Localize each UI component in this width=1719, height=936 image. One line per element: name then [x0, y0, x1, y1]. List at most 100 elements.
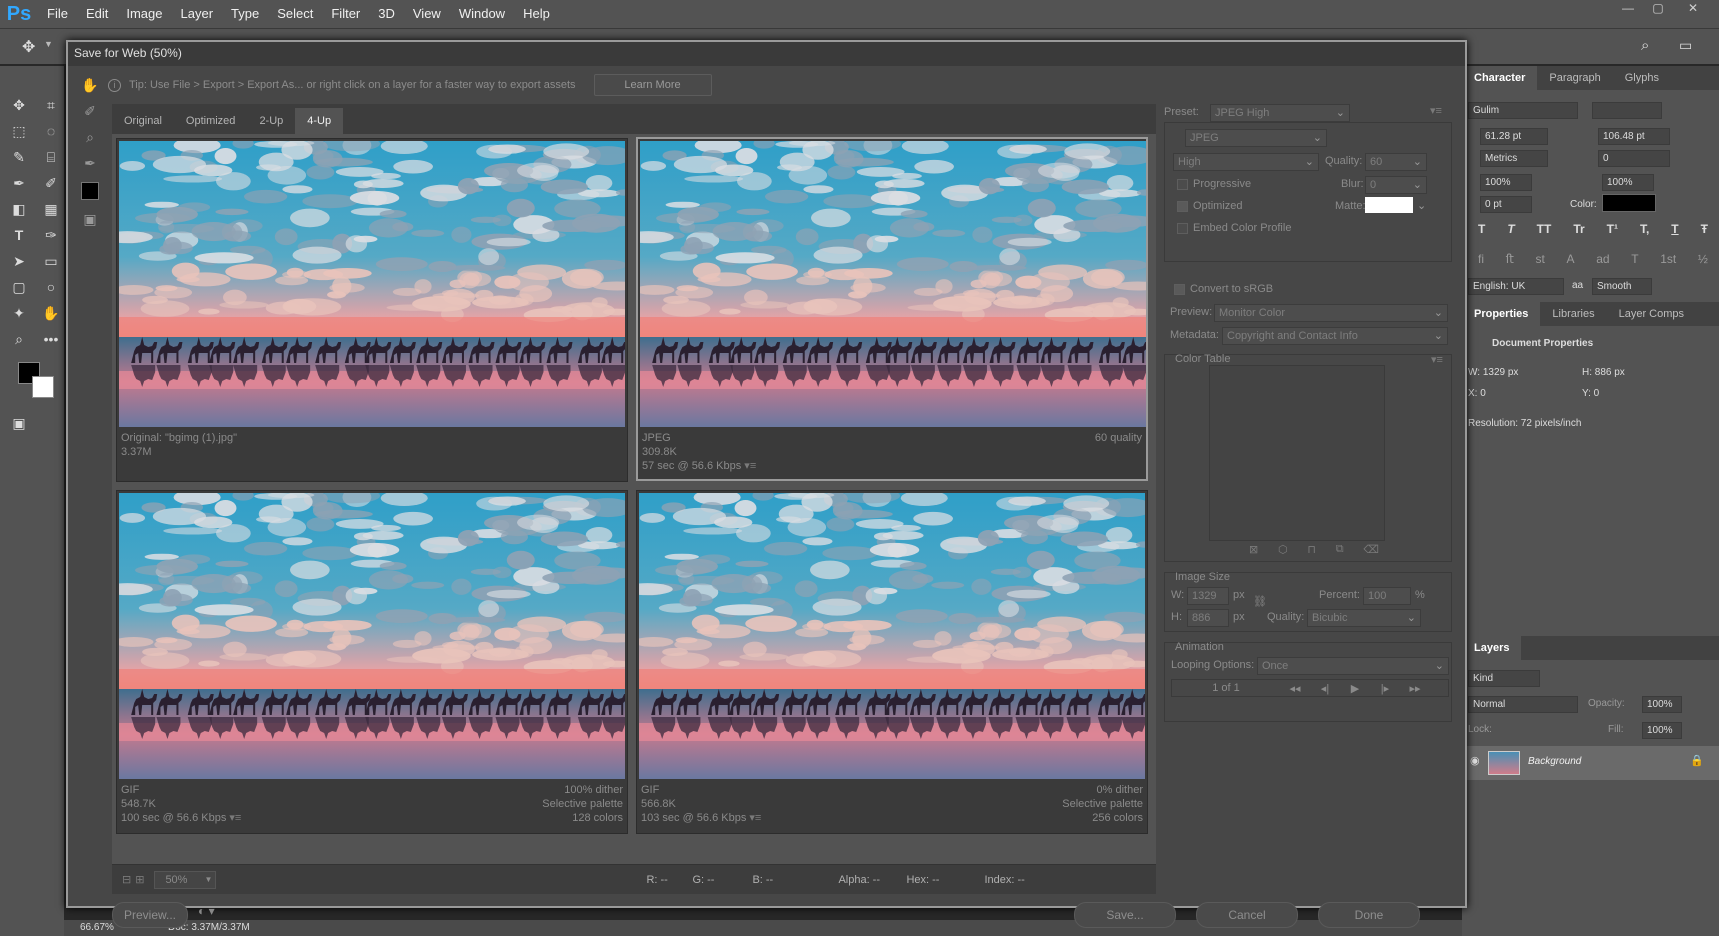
- tab-optimized[interactable]: Optimized: [174, 108, 248, 134]
- ellipse-icon[interactable]: ○: [40, 276, 62, 298]
- tab-layer-comps[interactable]: Layer Comps: [1607, 302, 1696, 326]
- menu-window[interactable]: Window: [450, 0, 514, 28]
- subscript-button[interactable]: T,: [1640, 222, 1649, 236]
- optimize-menu-icon[interactable]: ▾≡: [1430, 104, 1442, 117]
- pen-icon[interactable]: ✑: [40, 224, 62, 246]
- preview-button[interactable]: Preview...: [112, 902, 188, 928]
- eyedropper-color-swatch[interactable]: [81, 182, 99, 200]
- close-window-button[interactable]: ✕: [1680, 0, 1706, 16]
- download-menu-icon[interactable]: ▾≡: [229, 811, 241, 825]
- hand-icon[interactable]: ✋: [40, 302, 62, 324]
- eraser-icon[interactable]: ◧: [8, 198, 30, 220]
- tab-4-up[interactable]: 4-Up: [295, 108, 344, 134]
- rectangle-icon[interactable]: ▭: [40, 250, 62, 272]
- path-select-icon[interactable]: ➤: [8, 250, 30, 272]
- cancel-button[interactable]: Cancel: [1196, 902, 1298, 928]
- discretionary-button[interactable]: ﬅ: [1506, 252, 1514, 266]
- done-button[interactable]: Done: [1318, 902, 1420, 928]
- tracking-field[interactable]: 0: [1598, 150, 1670, 167]
- new-color-icon[interactable]: ⧉: [1336, 543, 1344, 556]
- tab-properties[interactable]: Properties: [1462, 302, 1541, 326]
- tab-paragraph[interactable]: Paragraph: [1537, 66, 1612, 90]
- learn-more-button[interactable]: Learn More: [593, 74, 712, 96]
- zoom-icon[interactable]: ⌕: [8, 328, 30, 350]
- fractions-button[interactable]: ½: [1698, 252, 1708, 266]
- gradient-icon[interactable]: ▦: [40, 198, 62, 220]
- marquee-icon[interactable]: ⬚: [8, 120, 30, 142]
- layer-name[interactable]: Background: [1528, 756, 1581, 767]
- antialias-field[interactable]: Smooth: [1592, 278, 1652, 295]
- titling-button[interactable]: ad: [1596, 252, 1609, 266]
- brush-icon[interactable]: ✐: [40, 172, 62, 194]
- metadata-select[interactable]: Copyright and Contact Info ⌄: [1222, 327, 1448, 345]
- maximize-button[interactable]: ▢: [1645, 0, 1671, 16]
- map-color-icon[interactable]: ⊠: [1249, 543, 1258, 556]
- baseline-shift-field[interactable]: 0 pt: [1480, 196, 1532, 213]
- artboard-icon[interactable]: ⌗: [40, 94, 62, 116]
- eyedropper-tool-icon[interactable]: ✒: [78, 150, 102, 176]
- color-table-swatches[interactable]: [1209, 365, 1385, 541]
- preview-pane-gif-128[interactable]: GIF 100% dither 548.7K Selective palette 1…: [116, 490, 628, 834]
- prev-frame-icon[interactable]: ◂|: [1310, 682, 1340, 695]
- chain-link-icon[interactable]: ⛓: [1253, 595, 1267, 608]
- chevron-down-icon[interactable]: ⌄: [1417, 199, 1426, 212]
- preview-color-select[interactable]: Monitor Color ⌄: [1214, 304, 1448, 322]
- fill-field[interactable]: 100%: [1642, 722, 1682, 739]
- tab-layers[interactable]: Layers: [1462, 636, 1522, 660]
- menu-view[interactable]: View: [404, 0, 450, 28]
- quality-level-select[interactable]: High ⌄: [1173, 153, 1319, 171]
- menu-filter[interactable]: Filter: [322, 0, 369, 28]
- strikethrough-button[interactable]: Ŧ: [1701, 222, 1708, 236]
- quality-field[interactable]: 60 ⌄: [1365, 153, 1427, 171]
- preview-pane-gif-256[interactable]: GIF 0% dither 566.8K Selective palette 103…: [636, 490, 1148, 834]
- superscript-button[interactable]: T¹: [1607, 222, 1618, 236]
- format-select[interactable]: JPEG ⌄: [1185, 129, 1327, 147]
- small-caps-button[interactable]: Tr: [1573, 222, 1584, 236]
- menu-help[interactable]: Help: [514, 0, 559, 28]
- ordinals-button[interactable]: 1st: [1660, 252, 1676, 266]
- menu-type[interactable]: Type: [222, 0, 268, 28]
- first-frame-icon[interactable]: ◂◂: [1280, 682, 1310, 695]
- language-field[interactable]: English: UK: [1468, 278, 1564, 295]
- width-field[interactable]: 1329: [1187, 587, 1229, 605]
- menu-edit[interactable]: Edit: [77, 0, 117, 28]
- tab-2-up[interactable]: 2-Up: [247, 108, 295, 134]
- slice-select-icon[interactable]: ✐: [78, 98, 102, 124]
- download-menu-icon[interactable]: ▾≡: [749, 811, 761, 825]
- toggle-slices-icon[interactable]: ▣: [78, 206, 102, 232]
- workspace-icon[interactable]: ▭: [1679, 37, 1692, 54]
- preset-select[interactable]: JPEG High ⌄: [1210, 104, 1350, 122]
- download-menu-icon[interactable]: ▾≡: [744, 459, 756, 473]
- underline-button[interactable]: T: [1671, 222, 1678, 236]
- visibility-eye-icon[interactable]: ◉: [1470, 754, 1480, 767]
- crop-icon[interactable]: ⌸: [40, 146, 62, 168]
- minimize-button[interactable]: —: [1615, 0, 1641, 16]
- custom-shape-icon[interactable]: ✦: [8, 302, 30, 324]
- tab-original[interactable]: Original: [112, 108, 174, 134]
- trash-icon[interactable]: ⌫: [1363, 543, 1379, 556]
- zoom-tool-icon[interactable]: ⌕: [78, 124, 102, 150]
- lasso-icon[interactable]: ◌: [40, 120, 62, 142]
- preview-pane-jpeg[interactable]: JPEG 60 quality 309.8K 57 sec @ 56.6 Kbps…: [636, 137, 1148, 481]
- play-icon[interactable]: ▶: [1340, 682, 1370, 695]
- ligatures-button[interactable]: fi: [1478, 252, 1484, 266]
- font-style-field[interactable]: [1592, 102, 1662, 119]
- faux-bold-button[interactable]: T: [1478, 222, 1485, 236]
- status-zoom[interactable]: 66.67%: [80, 920, 114, 936]
- preview-pane-original[interactable]: Original: "bgimg (1).jpg" 3.37M: [116, 138, 628, 482]
- horizontal-scale-field[interactable]: 100%: [1602, 174, 1654, 191]
- more-tools-icon[interactable]: •••: [40, 328, 62, 350]
- font-size-field[interactable]: 61.28 pt: [1480, 128, 1548, 145]
- web-shift-icon[interactable]: ⬡: [1278, 543, 1288, 556]
- menu-3d[interactable]: 3D: [369, 0, 404, 28]
- next-frame-icon[interactable]: |▸: [1370, 682, 1400, 695]
- kerning-field[interactable]: Metrics: [1480, 150, 1548, 167]
- matte-color-swatch[interactable]: [1365, 197, 1413, 213]
- zoom-in-icon[interactable]: ⊞: [135, 873, 144, 886]
- hand-tool-icon[interactable]: ✋: [78, 72, 102, 98]
- blend-mode-field[interactable]: Normal: [1468, 696, 1578, 713]
- screen-mode-icon[interactable]: ▣: [8, 412, 30, 434]
- layer-kind-filter[interactable]: Kind: [1468, 670, 1540, 687]
- menu-layer[interactable]: Layer: [172, 0, 223, 28]
- eyedropper-icon[interactable]: ✒: [8, 172, 30, 194]
